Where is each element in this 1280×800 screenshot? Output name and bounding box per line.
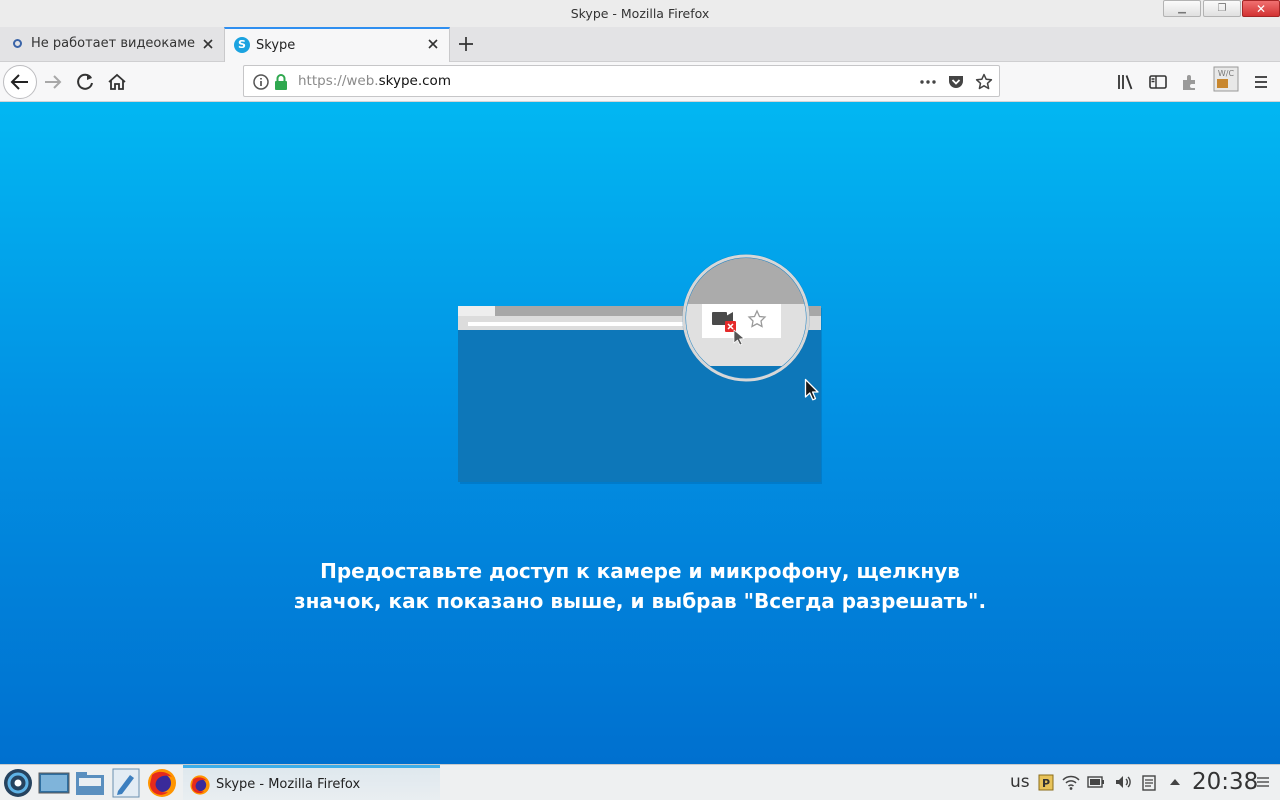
- skype-permission-page: Предоставьте доступ к камере и микрофону…: [0, 102, 1280, 764]
- permission-instructions: Предоставьте доступ к камере и микрофону…: [293, 559, 987, 613]
- site-info-icon[interactable]: [252, 73, 270, 91]
- svg-text:W/C: W/C: [1218, 69, 1235, 78]
- wc-extension-icon[interactable]: W/C: [1213, 66, 1239, 92]
- desktop-icon[interactable]: [38, 767, 70, 799]
- url-text[interactable]: https://web.skype.com: [298, 66, 451, 96]
- volume-icon[interactable]: [1114, 773, 1132, 791]
- battery-icon[interactable]: [1087, 773, 1105, 791]
- camera-blocked-icon: [712, 312, 727, 325]
- wifi-icon[interactable]: [1062, 773, 1080, 791]
- file-manager-icon[interactable]: [74, 767, 106, 799]
- library-icon[interactable]: [1116, 72, 1136, 92]
- close-window-button[interactable]: ✕: [1242, 0, 1280, 17]
- tab-title: Skype: [256, 38, 296, 53]
- start-menu-icon[interactable]: [2, 767, 34, 799]
- tab-close-icon[interactable]: [201, 37, 215, 51]
- extension-icon[interactable]: [1180, 72, 1200, 92]
- window-titlebar: Skype - Mozilla Firefox ▁ ❐ ✕: [0, 0, 1280, 27]
- url-prefix: https://web.: [298, 73, 379, 89]
- maximize-button[interactable]: ❐: [1203, 0, 1241, 17]
- svg-text:P: P: [1042, 777, 1050, 790]
- tab-close-icon[interactable]: [426, 37, 440, 51]
- skype-favicon-icon: S: [234, 37, 250, 53]
- taskbar-window-title: Skype - Mozilla Firefox: [216, 777, 361, 792]
- url-host: skype.com: [378, 73, 451, 89]
- clipboard-icon[interactable]: P: [1037, 773, 1055, 791]
- text-editor-icon[interactable]: [110, 767, 142, 799]
- forward-button[interactable]: [38, 67, 68, 97]
- taskbar-menu-icon[interactable]: [1254, 773, 1272, 791]
- reload-button[interactable]: [70, 67, 100, 97]
- minimize-icon: ▁: [1178, 3, 1186, 14]
- notes-icon[interactable]: [1140, 773, 1158, 791]
- pocket-icon[interactable]: [947, 73, 965, 91]
- taskbar-window-firefox[interactable]: Skype - Mozilla Firefox: [183, 765, 440, 800]
- home-button[interactable]: [102, 67, 132, 97]
- restore-icon: ❐: [1217, 3, 1227, 14]
- sidebar-icon[interactable]: [1148, 72, 1168, 92]
- address-bar[interactable]: https://web.skype.com: [243, 65, 1000, 97]
- firefox-icon: [190, 775, 210, 795]
- bookmark-star-icon[interactable]: [975, 73, 993, 91]
- tab-title: Не работает видеокамера: [31, 36, 195, 51]
- tab-videocamera[interactable]: Не работает видеокамера: [0, 27, 224, 62]
- tray-expand-arrow-icon[interactable]: [1166, 773, 1184, 791]
- minimize-button[interactable]: ▁: [1163, 0, 1201, 17]
- desktop-taskbar: Skype - Mozilla Firefox us P 20:38: [0, 764, 1280, 800]
- permission-illustration: [458, 254, 822, 484]
- close-icon: ✕: [1255, 2, 1267, 16]
- mouse-cursor-icon: [804, 378, 819, 401]
- back-button[interactable]: [3, 65, 37, 99]
- clock[interactable]: 20:38: [1192, 765, 1258, 799]
- keyboard-layout-indicator[interactable]: us: [1010, 765, 1030, 799]
- navigation-toolbar: https://web.skype.com W/C: [0, 62, 1280, 102]
- site-favicon-icon: [13, 39, 22, 48]
- window-title: Skype - Mozilla Firefox: [570, 6, 710, 21]
- hamburger-menu-icon[interactable]: [1251, 72, 1271, 92]
- page-actions-icon[interactable]: [919, 73, 937, 91]
- tab-skype[interactable]: S Skype: [224, 27, 450, 63]
- new-tab-button[interactable]: [455, 33, 477, 55]
- secure-lock-icon: [275, 74, 287, 90]
- tab-strip: Не работает видеокамера S Skype: [0, 27, 1280, 63]
- back-arrow-icon: [10, 74, 28, 90]
- firefox-launcher-icon[interactable]: [146, 767, 178, 799]
